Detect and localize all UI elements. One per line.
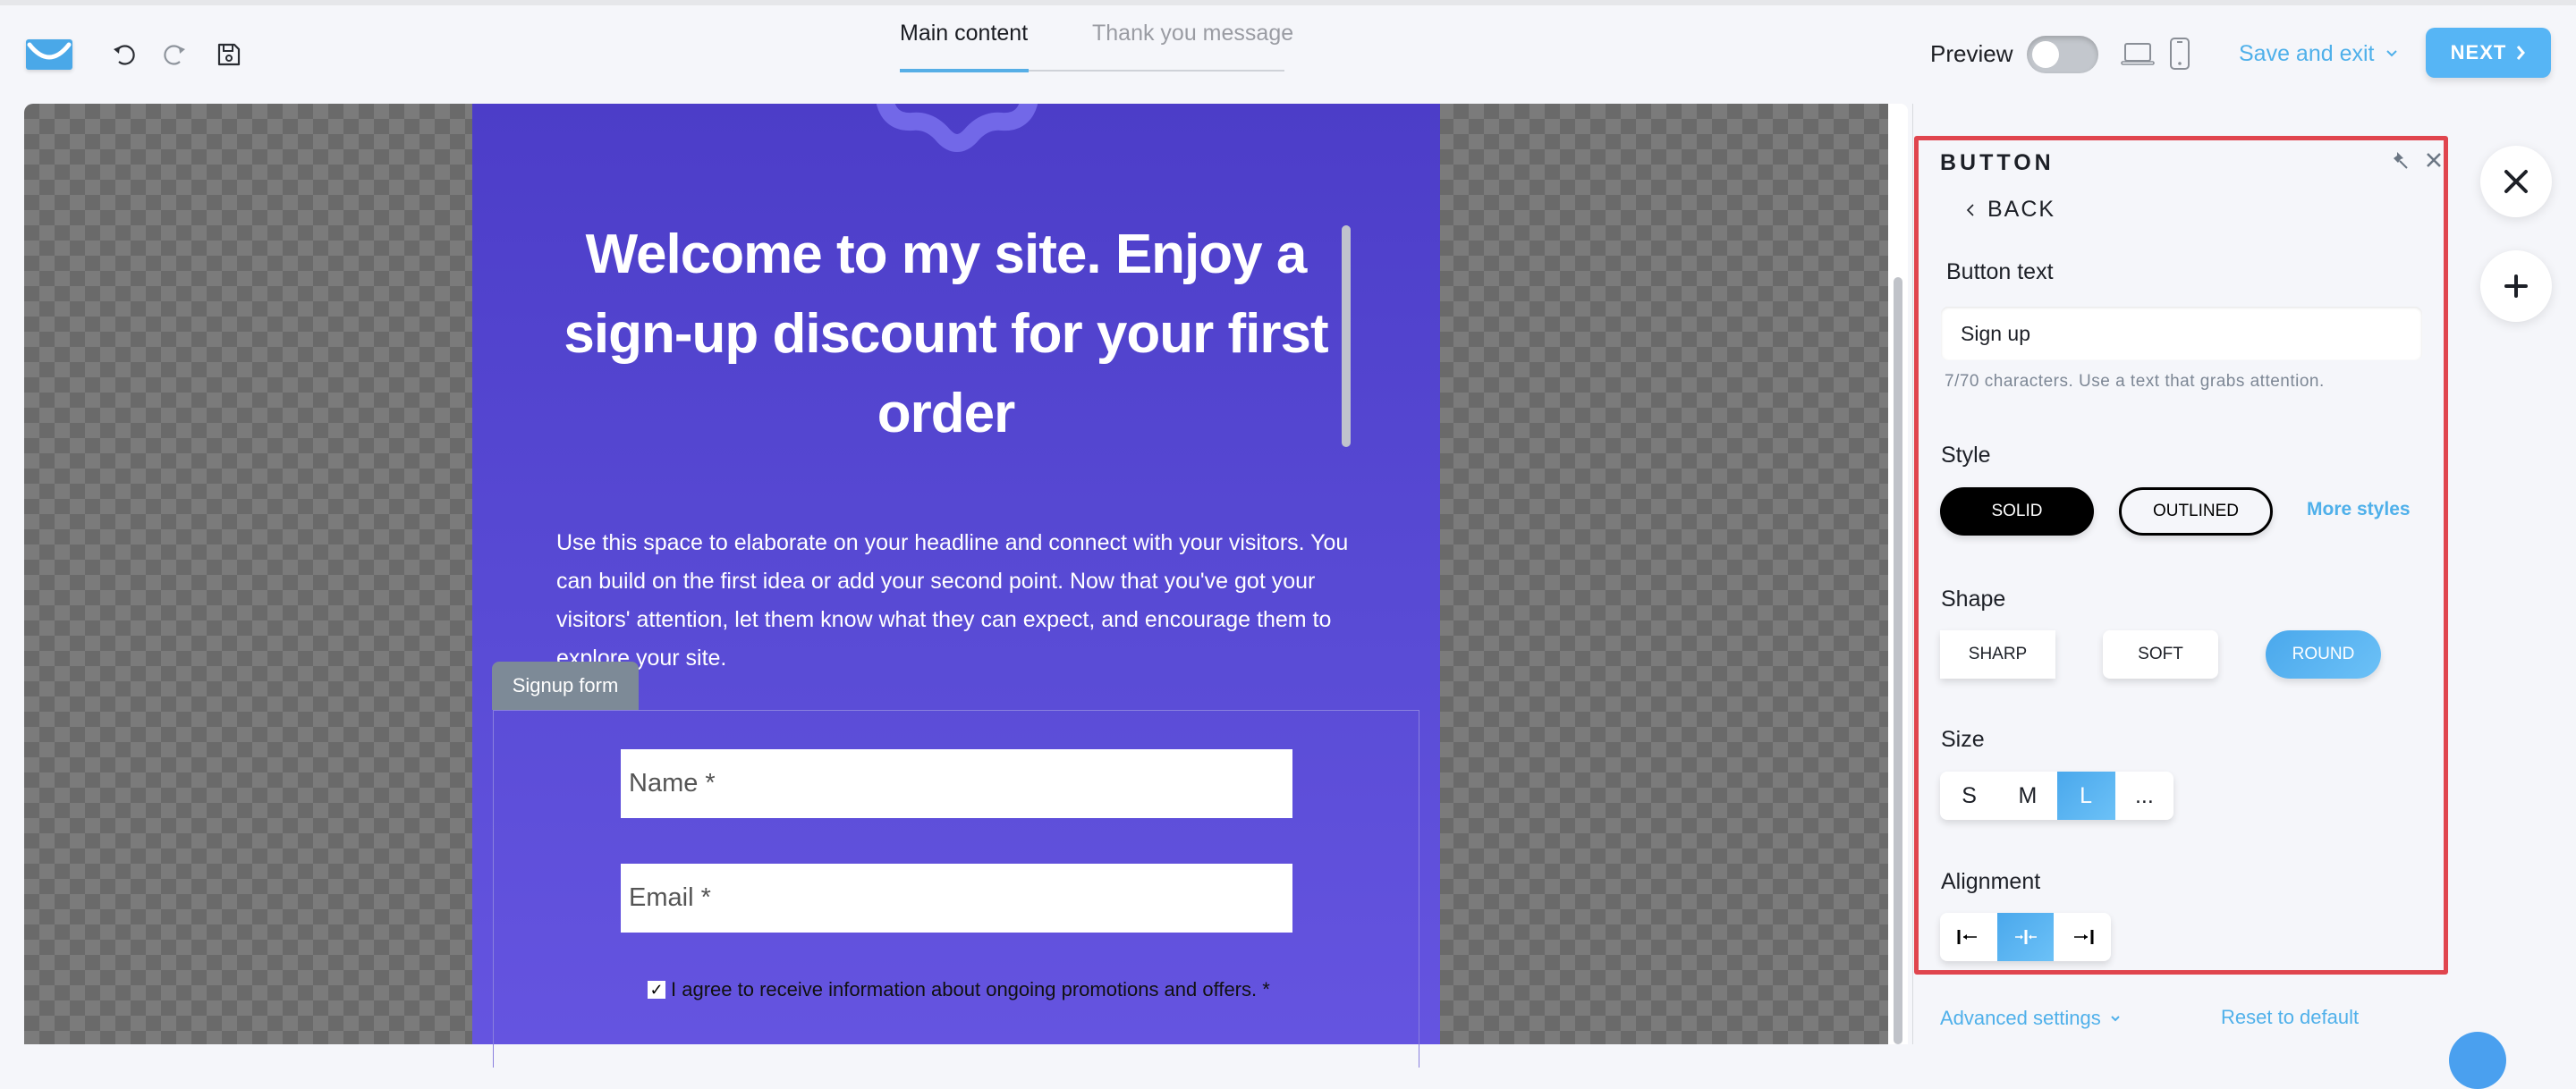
laptop-icon[interactable] [2120,36,2156,72]
crossed-pencils-icon [2504,170,2528,193]
size-l-button[interactable]: L [2056,772,2115,820]
next-button[interactable]: NEXT [2426,28,2551,78]
advanced-settings-label: Advanced settings [1940,1007,2101,1029]
shape-label: Shape [1941,587,2006,612]
size-s-button[interactable]: S [1940,772,1998,820]
style-solid-button[interactable]: SOLID [1940,487,2094,536]
add-element-button[interactable] [2480,250,2552,322]
align-right-icon [2074,930,2094,944]
headline-scrollbar[interactable] [1342,225,1351,447]
size-more-button[interactable]: ... [2115,772,2174,820]
name-field[interactable]: Name * [621,749,1292,818]
chevron-down-icon [2385,50,2397,57]
close-icon[interactable] [2424,150,2444,170]
button-text-help: 7/70 characters. Use a text that grabs a… [1945,372,2325,391]
chevron-right-icon [2517,46,2526,60]
preview-label: Preview [1930,40,2013,67]
back-button[interactable]: BACK [1966,197,2055,223]
active-tab-indicator [900,69,1029,72]
size-m-button[interactable]: M [1998,772,2056,820]
chevron-down-icon [2111,1016,2120,1022]
button-text-input[interactable]: Sign up [1941,307,2422,360]
floppy-disk-icon[interactable] [214,39,244,70]
tab-main-content[interactable]: Main content [900,18,1028,54]
align-center-button[interactable] [1996,913,2055,961]
preview-toggle[interactable] [2027,36,2098,73]
alignment-selector [1940,913,2111,961]
shape-soft-button[interactable]: SOFT [2103,630,2218,679]
shape-round-button[interactable]: ROUND [2266,630,2381,679]
back-label: BACK [1987,197,2056,222]
signup-form-tag[interactable]: Signup form [492,662,639,710]
smartphone-icon[interactable] [2166,36,2193,72]
wave-decoration [877,104,1038,152]
reset-to-default-link[interactable]: Reset to default [2221,1006,2359,1029]
alignment-label: Alignment [1941,869,2041,894]
email-field[interactable]: Email * [621,864,1292,933]
panel-title: BUTTON [1940,150,2055,175]
more-styles-link[interactable]: More styles [2307,499,2411,520]
align-center-icon [2014,930,2037,944]
size-selector: S M L ... [1940,772,2174,820]
save-and-exit-label: Save and exit [2239,41,2375,66]
design-tools-button[interactable] [2480,146,2552,217]
tab-thank-you-message[interactable]: Thank you message [1092,18,1293,54]
next-label: NEXT [2450,41,2507,63]
align-left-button[interactable] [1940,913,1997,961]
app-logo-icon[interactable] [26,39,72,70]
redo-icon[interactable] [159,39,190,70]
align-right-button[interactable] [2054,913,2111,961]
undo-icon[interactable] [109,39,140,70]
toggle-knob [2032,41,2059,68]
advanced-settings-toggle[interactable]: Advanced settings [1940,1007,2121,1030]
top-border [0,0,2576,5]
pin-icon[interactable] [2390,150,2410,170]
save-and-exit-dropdown[interactable]: Save and exit [2239,39,2398,68]
button-text-label: Button text [1946,259,2054,284]
canvas-scrollbar-thumb[interactable] [1894,277,1902,1044]
consent-checkbox[interactable]: ✓ [648,981,665,999]
chevron-left-icon [1966,203,1974,216]
consent-label: I agree to receive information about ong… [671,978,1270,1000]
size-label: Size [1941,727,1985,752]
consent-row: ✓ I agree to receive information about o… [648,978,1270,1001]
page-headline[interactable]: Welcome to my site. Enjoy a sign-up disc… [537,215,1355,453]
style-label: Style [1941,443,1991,468]
plus-icon [2504,274,2528,298]
panel-divider [1912,104,1913,1044]
help-chat-button[interactable] [2449,1032,2506,1089]
style-outlined-button[interactable]: OUTLINED [2119,487,2273,536]
page-body-text[interactable]: Use this space to elaborate on your head… [556,524,1361,678]
align-left-icon [1957,930,1977,944]
shape-sharp-button[interactable]: SHARP [1940,630,2055,679]
